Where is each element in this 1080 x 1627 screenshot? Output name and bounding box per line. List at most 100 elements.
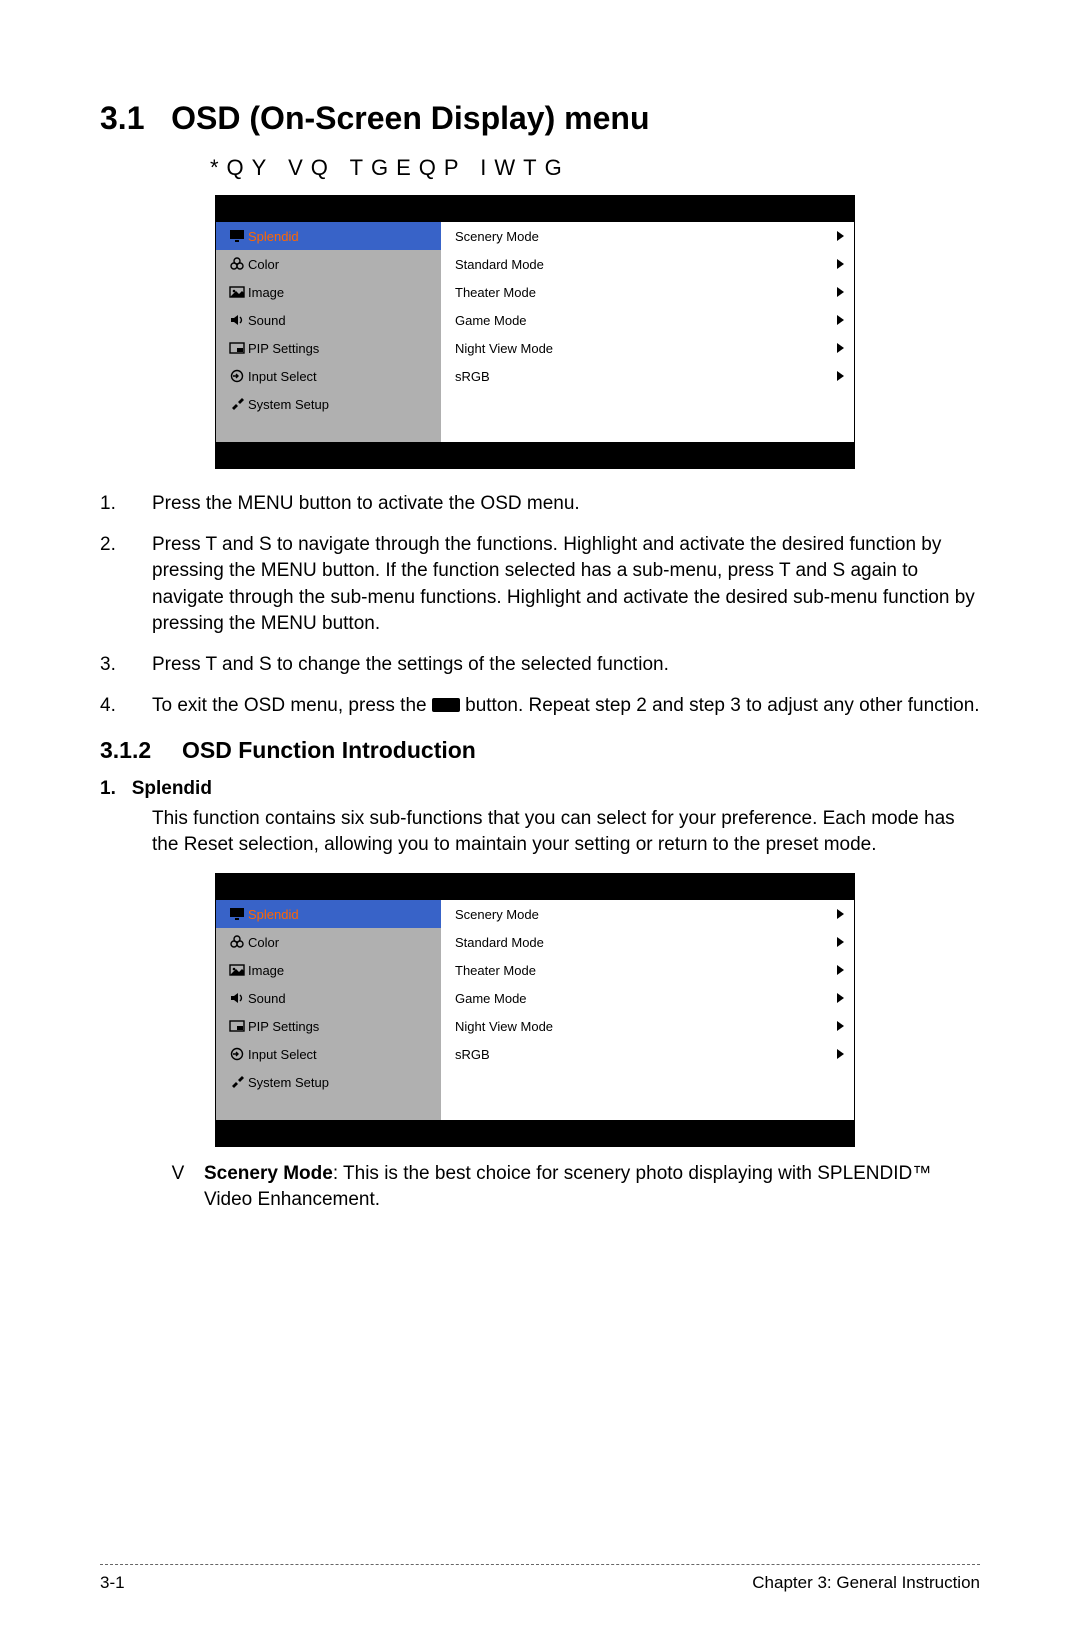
osd-menu-item[interactable]: Image xyxy=(216,956,441,984)
list-number: 1. xyxy=(100,491,152,518)
exit-button-icon xyxy=(432,698,460,712)
list-body: Press T and S to change the settings of … xyxy=(152,652,980,679)
osd-menu-item[interactable]: Input Select xyxy=(216,1040,441,1068)
osd-submenu-label: Standard Mode xyxy=(455,257,544,272)
section-heading: 3.1 OSD (On-Screen Display) menu xyxy=(100,100,980,137)
osd-menu-item[interactable]: System Setup xyxy=(216,1068,441,1096)
step4-part-b: button. Repeat step 2 and step 3 to adju… xyxy=(460,695,980,716)
list-body: Press T and S to navigate through the fu… xyxy=(152,532,980,638)
osd-menu-label: PIP Settings xyxy=(248,1019,319,1034)
section-subheading: *QY VQ TGEQP IWTG xyxy=(210,155,980,181)
subsection-number: 3.1.2 xyxy=(100,737,182,764)
chevron-right-icon xyxy=(837,909,844,919)
osd-submenu-label: Night View Mode xyxy=(455,1019,553,1034)
osd-submenu-item[interactable]: Standard Mode xyxy=(441,250,854,278)
osd-menu-item[interactable]: Sound xyxy=(216,306,441,334)
osd-menu-label: Sound xyxy=(248,313,286,328)
osd-menu-item[interactable]: Input Select xyxy=(216,362,441,390)
osd-submenu-item[interactable]: sRGB xyxy=(441,1040,854,1068)
osd-menu-item[interactable]: Color xyxy=(216,928,441,956)
osd-submenu-label: Standard Mode xyxy=(455,935,544,950)
image-icon xyxy=(226,963,248,977)
monitor-icon xyxy=(226,907,248,921)
osd-menu-item[interactable]: Sound xyxy=(216,984,441,1012)
osd-menu-label: PIP Settings xyxy=(248,341,319,356)
osd-submenu-item[interactable]: Standard Mode xyxy=(441,928,854,956)
input-icon xyxy=(226,1047,248,1061)
osd-panel: Splendid Color Image Sound PIP Settings Input… xyxy=(215,195,855,469)
pip-icon xyxy=(226,341,248,355)
scenery-mode-bullet: V Scenery Mode: This is the best choice … xyxy=(152,1161,980,1212)
page-number: 3-1 xyxy=(100,1573,125,1593)
chevron-right-icon xyxy=(837,315,844,325)
splendid-body: This function contains six sub-functions… xyxy=(152,806,980,857)
osd-submenu-label: Game Mode xyxy=(455,991,527,1006)
osd-menu-item[interactable]: PIP Settings xyxy=(216,334,441,362)
instruction-item: 1. Press the MENU button to activate the… xyxy=(100,491,980,518)
osd-panel: Splendid Color Image Sound PIP Settings Input… xyxy=(215,873,855,1147)
section-title: OSD (On-Screen Display) menu xyxy=(171,100,649,136)
instruction-item: 3. Press T and S to change the settings … xyxy=(100,652,980,679)
splendid-num: 1. xyxy=(100,778,116,799)
osd-menu-label: Splendid xyxy=(248,229,299,244)
osd-menu-label: Splendid xyxy=(248,907,299,922)
instruction-item: 2. Press T and S to navigate through the… xyxy=(100,532,980,638)
osd-submenu-item[interactable]: Theater Mode xyxy=(441,278,854,306)
osd-submenu-item[interactable]: sRGB xyxy=(441,362,854,390)
osd-submenu-item[interactable]: Game Mode xyxy=(441,984,854,1012)
osd-menu-item[interactable]: PIP Settings xyxy=(216,1012,441,1040)
osd-menu-item[interactable]: Splendid xyxy=(216,900,441,928)
sound-icon xyxy=(226,313,248,327)
list-number: 3. xyxy=(100,652,152,679)
osd-submenu-label: Game Mode xyxy=(455,313,527,328)
instruction-list: 1. Press the MENU button to activate the… xyxy=(100,491,980,719)
image-icon xyxy=(226,285,248,299)
osd-submenu-label: Theater Mode xyxy=(455,963,536,978)
osd-submenu-label: Scenery Mode xyxy=(455,229,539,244)
osd-menu-label: Input Select xyxy=(248,1047,317,1062)
osd-submenu-item[interactable]: Theater Mode xyxy=(441,956,854,984)
osd-menu-item[interactable]: Splendid xyxy=(216,222,441,250)
osd-submenu-item[interactable]: Night View Mode xyxy=(441,334,854,362)
osd-body: Splendid Color Image Sound PIP Settings Input… xyxy=(216,222,854,442)
osd-menu-label: Image xyxy=(248,963,284,978)
subsection-heading: 3.1.2OSD Function Introduction xyxy=(100,737,980,764)
chevron-right-icon xyxy=(837,231,844,241)
osd-menu-item[interactable]: Image xyxy=(216,278,441,306)
tools-icon xyxy=(226,397,248,411)
section-number: 3.1 xyxy=(100,100,144,136)
chevron-right-icon xyxy=(837,343,844,353)
osd-footer-bar xyxy=(216,442,854,468)
osd-menu-label: Input Select xyxy=(248,369,317,384)
chevron-right-icon xyxy=(837,993,844,1003)
osd-footer-bar xyxy=(216,1120,854,1146)
list-body: To exit the OSD menu, press the button. … xyxy=(152,693,980,720)
chevron-right-icon xyxy=(837,1049,844,1059)
osd-submenu-label: Theater Mode xyxy=(455,285,536,300)
osd-menu-label: Image xyxy=(248,285,284,300)
splendid-title: Splendid xyxy=(132,778,212,799)
osd-menu-label: Color xyxy=(248,935,279,950)
osd-title-bar xyxy=(216,196,854,222)
splendid-heading: 1. Splendid xyxy=(100,778,980,800)
osd-left-menu: Splendid Color Image Sound PIP Settings Input… xyxy=(216,900,441,1120)
sound-icon xyxy=(226,991,248,1005)
chevron-right-icon xyxy=(837,371,844,381)
osd-submenu-item[interactable]: Night View Mode xyxy=(441,1012,854,1040)
osd-title-bar xyxy=(216,874,854,900)
chevron-right-icon xyxy=(837,937,844,947)
osd-submenu-item[interactable]: Game Mode xyxy=(441,306,854,334)
chevron-right-icon xyxy=(837,259,844,269)
input-icon xyxy=(226,369,248,383)
chevron-right-icon xyxy=(837,965,844,975)
osd-submenu-item[interactable]: Scenery Mode xyxy=(441,222,854,250)
footer-rule xyxy=(100,1564,980,1565)
osd-submenu-item[interactable]: Scenery Mode xyxy=(441,900,854,928)
osd-menu-item[interactable]: Color xyxy=(216,250,441,278)
list-number: 2. xyxy=(100,532,152,638)
osd-menu-label: Sound xyxy=(248,991,286,1006)
rgb-icon xyxy=(226,935,248,949)
bullet-body: Scenery Mode: This is the best choice fo… xyxy=(204,1161,980,1212)
osd-menu-item[interactable]: System Setup xyxy=(216,390,441,418)
scenery-mode-label: Scenery Mode xyxy=(204,1163,333,1184)
